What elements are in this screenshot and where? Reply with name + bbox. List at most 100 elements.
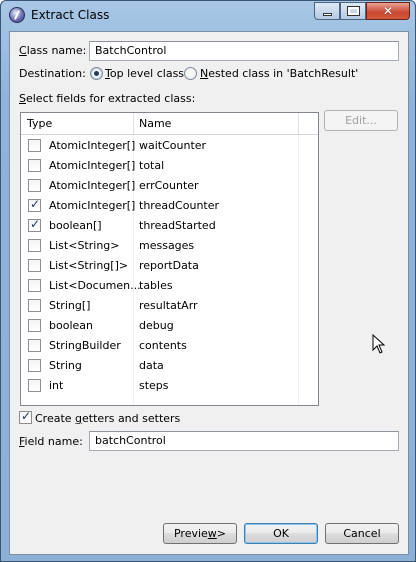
nested-class-label[interactable]: Nested class in 'BatchResult' (200, 67, 358, 80)
field-type-cell: boolean (49, 319, 93, 332)
window-controls: ✕ (314, 2, 410, 20)
table-row[interactable]: AtomicInteger[]threadCounter (21, 196, 318, 216)
field-name-input[interactable]: batchControl (89, 431, 399, 451)
field-name-cell: waitCounter (139, 139, 207, 152)
field-name-cell: total (139, 159, 165, 172)
window-title: Extract Class (31, 8, 110, 22)
field-name-cell: messages (139, 239, 195, 252)
field-checkbox[interactable] (28, 279, 41, 292)
column-divider[interactable] (133, 113, 134, 135)
dialog-body: Class name: BatchControl Destination: To… (9, 31, 409, 555)
field-checkbox[interactable] (28, 379, 41, 392)
table-row[interactable]: AtomicInteger[] errCounter (21, 176, 318, 196)
class-name-mnemonic: C (19, 44, 27, 57)
column-header-name[interactable]: Name (139, 117, 171, 130)
preview-text-post: > (216, 527, 227, 540)
field-name-cell: contents (139, 339, 187, 352)
table-row[interactable]: List<Documen... tables (21, 276, 318, 296)
table-header: Type Name (21, 113, 318, 135)
mouse-cursor-icon (372, 334, 386, 354)
nested-class-radio[interactable] (184, 67, 197, 80)
create-getters-setters-checkbox[interactable] (19, 409, 32, 424)
field-checkbox[interactable] (28, 217, 41, 232)
top-level-text: op level class (109, 67, 185, 80)
field-name-cell: threadCounter (139, 199, 220, 212)
preview-button[interactable]: Previe w > (163, 523, 237, 544)
table-row[interactable]: StringBuilder contents (21, 336, 318, 356)
getters-text-pre: Create (35, 412, 76, 425)
extract-class-dialog: Extract Class ✕ Class name: BatchControl… (0, 0, 416, 562)
column-divider[interactable] (298, 113, 299, 135)
top-level-class-label[interactable]: Top level class (105, 67, 184, 80)
title-bar[interactable]: Extract Class ✕ (1, 1, 415, 29)
table-row[interactable]: List<String> messages (21, 236, 318, 256)
getters-mnemonic: g (75, 412, 83, 425)
maximize-button[interactable] (340, 2, 366, 20)
minimize-icon (322, 12, 332, 16)
field-name-cell: steps (139, 379, 169, 392)
table-row[interactable]: AtomicInteger[] waitCounter (21, 136, 318, 156)
class-name-label-text: lass name: (26, 44, 87, 57)
field-type-cell: AtomicInteger[] (49, 139, 136, 152)
field-name-text: ield name: (24, 435, 83, 448)
preview-mnemonic: w (207, 527, 217, 540)
field-checkbox[interactable] (28, 159, 41, 172)
edit-button[interactable]: Edit... (324, 110, 398, 131)
field-type-cell: AtomicInteger[] (49, 179, 136, 192)
field-type-cell: int (49, 379, 64, 392)
destination-label: Destination: (19, 67, 86, 80)
field-checkbox[interactable] (28, 319, 41, 332)
table-row[interactable]: boolean[] threadStarted (21, 216, 318, 236)
maximize-icon (346, 6, 360, 16)
field-checkbox[interactable] (28, 259, 41, 272)
eclipse-app-icon (9, 7, 25, 23)
field-type-cell: List<String> (49, 239, 120, 252)
table-row[interactable]: boolean debug (21, 316, 318, 336)
field-type-cell: StringBuilder (49, 339, 121, 352)
field-checkbox[interactable] (28, 179, 41, 192)
field-checkbox[interactable] (28, 139, 41, 152)
field-type-cell: AtomicInteger[] (49, 199, 136, 212)
ok-button[interactable]: OK (244, 523, 318, 544)
close-icon: ✕ (382, 4, 394, 18)
select-fields-text: elect fields for extracted class: (25, 92, 196, 105)
table-row[interactable]: String data (21, 356, 318, 376)
field-name-cell: tables (139, 279, 173, 292)
field-checkbox[interactable] (28, 239, 41, 252)
field-name-label: Field name: (19, 435, 83, 448)
field-checkbox[interactable] (28, 197, 41, 212)
field-name-cell: threadStarted (139, 219, 216, 232)
select-fields-mnemonic: S (19, 92, 26, 105)
table-row[interactable]: AtomicInteger[] total (21, 156, 318, 176)
field-type-cell: boolean[] (49, 219, 102, 232)
field-checkbox[interactable] (28, 339, 41, 352)
field-checkbox[interactable] (28, 299, 41, 312)
field-name-cell: data (139, 359, 164, 372)
create-getters-setters-label[interactable]: Create getters and setters (35, 412, 180, 425)
table-row[interactable]: int steps (21, 376, 318, 396)
class-name-input[interactable]: BatchControl (89, 41, 399, 61)
column-header-type[interactable]: Type (27, 117, 52, 130)
nested-mnemonic: N (200, 67, 209, 80)
field-type-cell: List<String[]> (49, 259, 129, 272)
field-name-cell: errCounter (139, 179, 199, 192)
close-button[interactable]: ✕ (366, 2, 410, 20)
select-fields-label: Select fields for extracted class: (19, 92, 195, 105)
minimize-button[interactable] (314, 2, 340, 20)
field-name-cell: resultatArr (139, 299, 198, 312)
field-type-cell: String[] (49, 299, 91, 312)
cancel-button[interactable]: Cancel (325, 523, 399, 544)
field-type-cell: List<Documen... (49, 279, 141, 292)
field-checkbox[interactable] (28, 359, 41, 372)
table-row[interactable]: String[] resultatArr (21, 296, 318, 316)
class-name-label: Class name: (19, 44, 86, 57)
table-row[interactable]: List<String[]> reportData (21, 256, 318, 276)
nested-text: ested class in 'BatchResult' (208, 67, 359, 80)
field-type-cell: AtomicInteger[] (49, 159, 136, 172)
top-level-class-radio[interactable] (90, 67, 103, 80)
preview-text-pre: Previe (173, 527, 208, 540)
field-type-cell: String (49, 359, 82, 372)
field-name-cell: reportData (139, 259, 199, 272)
field-name-cell: debug (139, 319, 174, 332)
fields-table[interactable]: Type Name AtomicInteger[] waitCounter Atom… (20, 112, 319, 406)
